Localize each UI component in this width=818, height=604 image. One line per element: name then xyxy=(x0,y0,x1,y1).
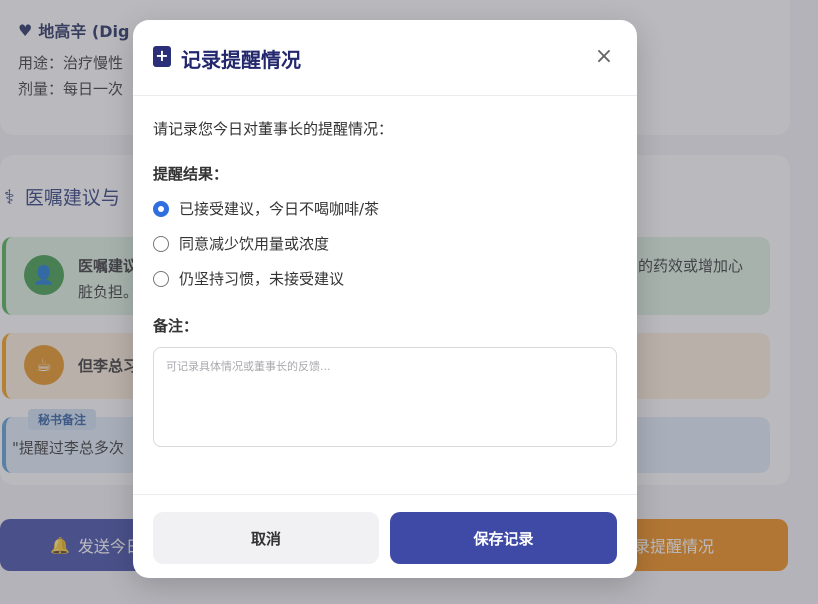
cancel-button[interactable]: 取消 xyxy=(153,512,379,564)
radio-option-reduce[interactable]: 同意减少饮用量或浓度 xyxy=(153,233,329,254)
save-record-button[interactable]: 保存记录 xyxy=(390,512,617,564)
record-reminder-modal: + 记录提醒情况 × 请记录您今日对董事长的提醒情况： 提醒结果： 已接受建议，… xyxy=(133,20,637,578)
modal-title: 记录提醒情况 xyxy=(181,48,301,72)
result-label: 提醒结果： xyxy=(153,165,229,183)
medical-record-icon: + xyxy=(153,46,171,67)
radio-label-reduce: 同意减少饮用量或浓度 xyxy=(179,235,330,253)
radio-option-accepted[interactable]: 已接受建议，今日不喝咖啡/茶 xyxy=(153,198,379,219)
radio-option-refused[interactable]: 仍坚持习惯，未接受建议 xyxy=(153,268,344,289)
close-icon[interactable]: × xyxy=(593,46,615,68)
radio-label-refused: 仍坚持习惯，未接受建议 xyxy=(179,270,345,288)
radio-label-accepted: 已接受建议，今日不喝咖啡/茶 xyxy=(179,200,380,218)
note-textarea[interactable] xyxy=(153,347,617,447)
modal-header: + 记录提醒情况 × xyxy=(133,20,637,96)
modal-footer: 取消 保存记录 xyxy=(133,494,637,578)
radio-button-accepted[interactable] xyxy=(153,200,169,217)
radio-button-refused[interactable] xyxy=(153,270,169,287)
modal-prompt: 请记录您今日对董事长的提醒情况： xyxy=(153,120,394,138)
radio-button-reduce[interactable] xyxy=(153,235,169,252)
note-label: 备注： xyxy=(153,317,199,335)
